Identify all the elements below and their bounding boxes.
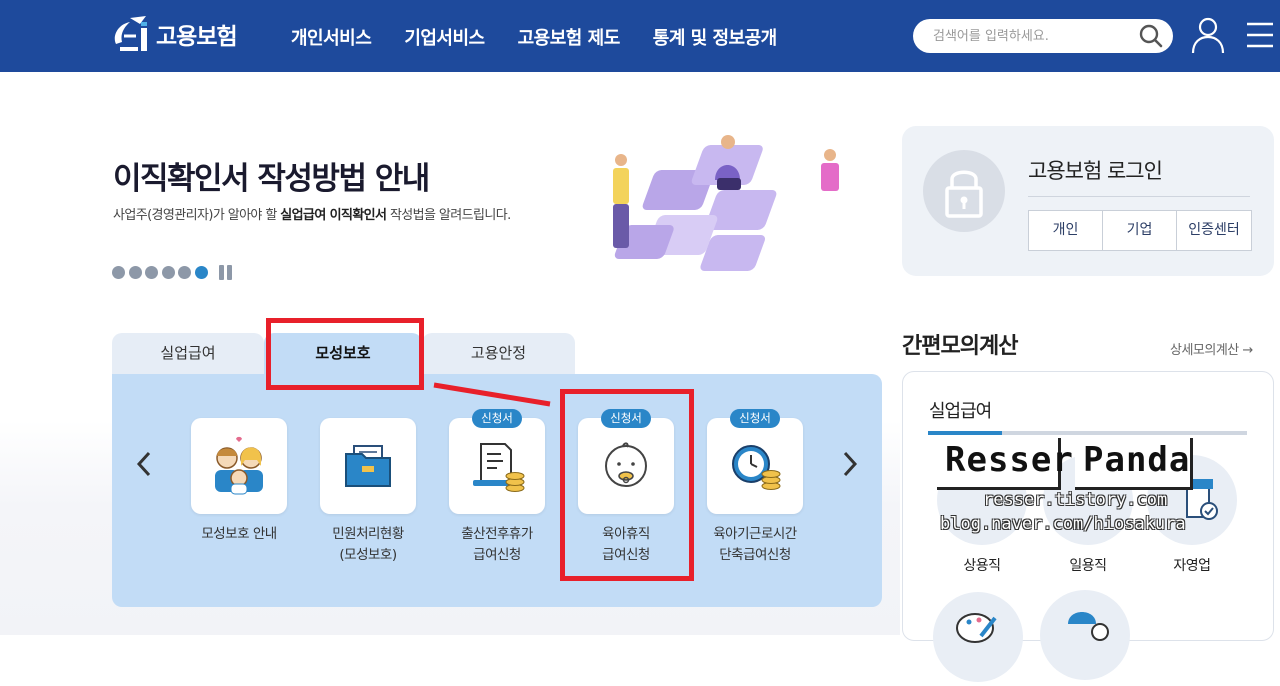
application-badge: 신청서 (730, 409, 780, 428)
logo-text: 고용보험 (156, 24, 238, 50)
logo-mark-icon (114, 16, 147, 51)
maternity-leave-benefit-card[interactable] (449, 418, 545, 514)
search-box (913, 19, 1173, 53)
carousel-dot[interactable] (112, 266, 125, 279)
reduced-hours-benefit-card[interactable] (707, 418, 803, 514)
watermark-word-1: Resser (945, 440, 1074, 480)
application-badge: 신청서 (472, 409, 522, 428)
label-line-1: 출산전후휴가 (461, 526, 533, 542)
prev-arrow-icon[interactable] (134, 449, 154, 486)
calc-tab-underline-active (928, 431, 1002, 435)
regular-worker-label[interactable]: 상용직 (937, 555, 1027, 575)
clock-coins-icon (732, 445, 781, 490)
banner-illustration (613, 135, 839, 271)
tab-unemployment[interactable]: 실업급여 (112, 333, 264, 375)
carousel-dot[interactable] (161, 266, 175, 279)
main-nav: 개인서비스 기업서비스 고용보험 제도 통계 및 정보공개 (291, 24, 810, 50)
carousel-dot[interactable] (145, 266, 158, 279)
banner-subtitle: 사업주(경영관리자)가 알아야 할 실업급여 이직확인서 작성법을 알려드립니다… (113, 204, 511, 223)
family-icon (215, 436, 263, 495)
watermark-url-1: resser.tistory.com (983, 490, 1168, 510)
label-line-2: 급여신청 (473, 547, 521, 563)
label-line-1: 육아기근로시간 (713, 526, 797, 542)
calc-tab-unemployment[interactable]: 실업급여 (929, 397, 992, 423)
label-line-1: 민원처리현황 (332, 526, 404, 542)
login-title: 고용보험 로그인 (1028, 159, 1163, 183)
tab-employment-stability[interactable]: 고용안정 (422, 333, 575, 375)
search-icon[interactable] (1139, 24, 1163, 48)
annotation-highlight-item (560, 389, 694, 581)
login-cert-center-button[interactable]: 인증센터 (1177, 211, 1251, 250)
nav-statistics[interactable]: 통계 및 정보공개 (653, 24, 777, 50)
folder-icon (345, 445, 391, 487)
helmet-clock-icon (1068, 612, 1109, 641)
nav-insurance-system[interactable]: 고용보험 제도 (518, 24, 621, 50)
login-type-buttons: 개인 기업 인증센터 (1028, 210, 1252, 251)
annotation-connector-line (433, 382, 551, 407)
carousel-dot[interactable] (178, 266, 191, 279)
banner-subtitle-prefix: 사업주(경영관리자)가 알아야 할 (113, 208, 281, 223)
banner-subtitle-bold: 실업급여 이직확인서 (280, 208, 387, 223)
carousel-dot[interactable] (128, 266, 142, 279)
maternity-guide-card[interactable] (191, 418, 287, 514)
detailed-calc-link[interactable]: 상세모의계산 → (1170, 339, 1253, 358)
self-employed-label[interactable]: 자영업 (1147, 555, 1237, 575)
lock-icon-circle (923, 150, 1005, 232)
daily-worker-label[interactable]: 일용직 (1043, 555, 1133, 575)
reduced-hours-benefit-label: 육아기근로시간 단축급여신청 (685, 524, 825, 566)
label-line-2: 단축급여신청 (719, 547, 791, 563)
carousel-pagination (112, 265, 235, 280)
simple-calc-title: 간편모의계산 (902, 334, 1018, 359)
search-input[interactable] (933, 25, 1133, 47)
complaint-status-label: 민원처리현황 (모성보호) (298, 524, 438, 566)
document-coins-icon (473, 443, 525, 492)
banner-subtitle-suffix: 작성법을 알려드립니다. (386, 208, 511, 223)
login-box: 고용보험 로그인 개인 기업 인증센터 (902, 126, 1274, 276)
freelancer-icon[interactable] (1040, 590, 1130, 680)
pause-icon[interactable] (219, 265, 235, 280)
watermark-url-2: blog.naver.com/hiosakura (940, 514, 1186, 534)
palette-icon (956, 613, 997, 643)
annotation-highlight-tab (266, 318, 424, 390)
hamburger-menu-icon[interactable] (1246, 20, 1274, 50)
top-header: 고용보험 개인서비스 기업서비스 고용보험 제도 통계 및 정보공개 (0, 0, 1280, 72)
maternity-guide-label: 모성보호 안내 (169, 524, 309, 545)
login-personal-button[interactable]: 개인 (1029, 211, 1103, 250)
logo[interactable]: 고용보험 (110, 14, 238, 54)
next-arrow-icon[interactable] (840, 449, 860, 486)
artist-icon[interactable] (933, 592, 1023, 682)
lock-icon (945, 170, 983, 218)
maternity-leave-benefit-label: 출산전후휴가 급여신청 (427, 524, 567, 566)
divider (1028, 196, 1250, 197)
nav-personal-services[interactable]: 개인서비스 (291, 24, 372, 50)
login-business-button[interactable]: 기업 (1103, 211, 1177, 250)
complaint-status-card[interactable] (320, 418, 416, 514)
banner-title[interactable]: 이직확인서 작성방법 안내 (113, 153, 430, 198)
carousel-dot-active[interactable] (194, 266, 208, 279)
label-line-1: 모성보호 안내 (201, 526, 277, 542)
watermark-word-2: Panda (1083, 440, 1191, 480)
label-line-2: (모성보호) (339, 547, 397, 563)
nav-business-services[interactable]: 기업서비스 (404, 24, 485, 50)
user-icon[interactable] (1190, 16, 1226, 54)
